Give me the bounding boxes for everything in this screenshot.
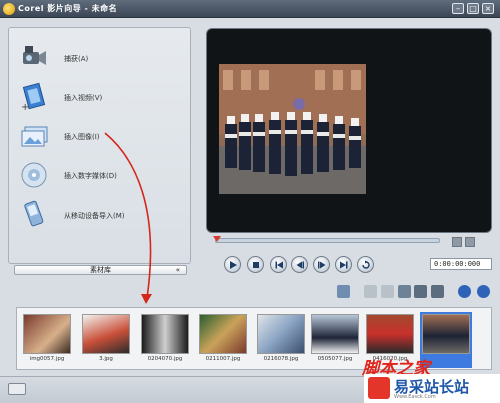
skip-end-icon	[340, 261, 348, 269]
rotate-right-icon[interactable]	[431, 285, 444, 298]
action-label: 捕获(A)	[64, 55, 89, 63]
watermark-logo: 易采站长站 Www.Easck.Com	[364, 374, 500, 403]
step-back-icon	[296, 261, 304, 269]
rotate-left-icon[interactable]	[414, 285, 427, 298]
info-icon[interactable]	[458, 285, 471, 298]
play-button[interactable]	[224, 256, 241, 273]
insert-video-button[interactable]: + 插入视频(V)	[17, 79, 187, 115]
thumbnail-image	[141, 314, 189, 354]
timeline-slider[interactable]	[215, 238, 440, 243]
thumbnail-image	[257, 314, 305, 354]
collapse-library-icon[interactable]: «	[176, 266, 180, 275]
annotation-arrow	[104, 132, 152, 304]
thumbnail-image	[82, 314, 130, 354]
import-icon[interactable]	[398, 285, 411, 298]
refresh-icon[interactable]	[381, 285, 394, 298]
repeat-button[interactable]	[357, 256, 374, 273]
split-video-icon[interactable]	[337, 285, 350, 298]
thumbnail-caption: 0211007.jpg	[205, 356, 241, 362]
thumbnail-caption: 0216078.jpg	[263, 356, 299, 362]
thumbnail-item[interactable]: img0057.jpg	[21, 312, 73, 368]
title-bar: Corel 影片向导 - 未命名 – □ ×	[0, 0, 500, 18]
stop-icon	[253, 262, 259, 268]
play-icon	[230, 261, 237, 269]
step-forward-icon	[318, 261, 326, 269]
scrubber-handle[interactable]	[213, 236, 221, 242]
next-frame-button[interactable]	[313, 256, 330, 273]
capture-button[interactable]: 捕获(A)	[17, 40, 187, 76]
corel-logo-icon	[3, 3, 15, 15]
thumbnail-image	[23, 314, 71, 354]
watermark-url: Www.Easck.Com	[394, 394, 436, 400]
thumbnail-item[interactable]: 0204070.jpg	[139, 312, 191, 368]
help-icon[interactable]	[477, 285, 490, 298]
mobile-device-icon	[24, 200, 44, 227]
thumbnail-caption: 3.jpg	[99, 356, 113, 362]
thumbnail-image	[366, 314, 414, 354]
window-title: Corel 影片向导 - 未命名	[18, 4, 118, 13]
go-to-start-button[interactable]	[270, 256, 287, 273]
svg-text:+: +	[21, 102, 29, 113]
action-label: 插入视频(V)	[64, 94, 103, 102]
trim-icon[interactable]	[364, 285, 377, 298]
storyboard-icon[interactable]	[8, 383, 26, 395]
close-button[interactable]: ×	[482, 3, 494, 14]
thumbnail-item[interactable]: 0216078.jpg	[255, 312, 307, 368]
previous-frame-button[interactable]	[291, 256, 308, 273]
mark-in-button[interactable]	[452, 237, 462, 247]
thumbnail-image	[199, 314, 247, 354]
minimize-button[interactable]: –	[452, 3, 464, 14]
maximize-button[interactable]: □	[467, 3, 479, 14]
thumbnail-image	[311, 314, 359, 354]
thumbnail-item[interactable]: 3.jpg	[80, 312, 132, 368]
thumbnail-image	[422, 314, 470, 354]
thumbnail-item[interactable]: 0211007.jpg	[197, 312, 249, 368]
parade-photo	[219, 64, 366, 194]
thumbnail-caption: 0505077.jpg	[317, 356, 353, 362]
camcorder-icon	[23, 46, 46, 65]
mark-out-button[interactable]	[465, 237, 475, 247]
picture-icon	[21, 126, 48, 147]
go-to-end-button[interactable]	[335, 256, 352, 273]
timecode-display[interactable]: 0:00:00:000	[430, 258, 492, 270]
repeat-icon	[362, 260, 370, 269]
skip-start-icon	[275, 261, 283, 269]
disc-icon	[21, 162, 47, 188]
video-preview	[219, 64, 366, 194]
thumbnail-caption: img0057.jpg	[29, 356, 65, 362]
thumbnail-item[interactable]: 0505077.jpg	[309, 312, 361, 368]
film-icon: +	[21, 82, 46, 113]
thumbnail-caption: 0204070.jpg	[147, 356, 183, 362]
site-logo-icon	[368, 377, 390, 399]
stop-button[interactable]	[247, 256, 264, 273]
